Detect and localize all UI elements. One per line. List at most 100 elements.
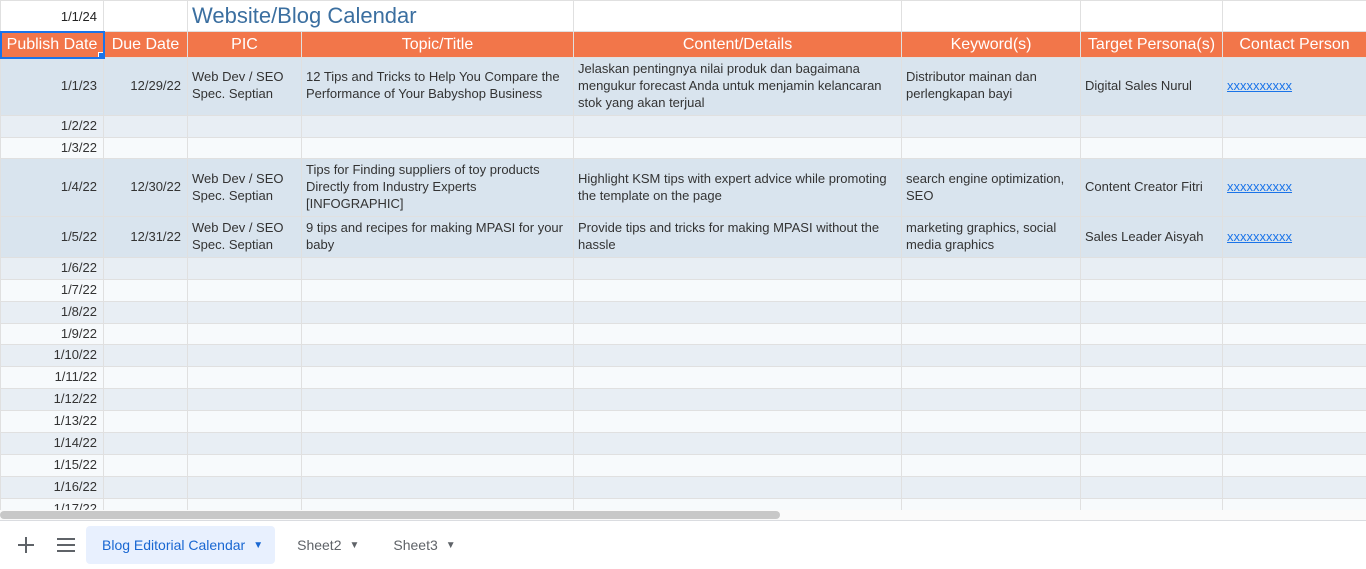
cell-topic[interactable]: 12 Tips and Tricks to Help You Compare t… xyxy=(302,58,574,116)
cell-content[interactable]: Provide tips and tricks for making MPASI… xyxy=(574,217,902,258)
cell-persona[interactable] xyxy=(1081,137,1223,159)
cell-keywords[interactable]: search engine optimization, SEO xyxy=(902,159,1081,217)
cell-content[interactable] xyxy=(574,279,902,301)
header-content[interactable]: Content/Details xyxy=(574,32,902,58)
cell-due-date[interactable]: 12/29/22 xyxy=(104,58,188,116)
header-publish-date[interactable]: Publish Date xyxy=(1,32,104,58)
cell-content[interactable]: Highlight KSM tips with expert advice wh… xyxy=(574,159,902,217)
cell-publish-date[interactable]: 1/15/22 xyxy=(1,454,104,476)
cell-topic[interactable] xyxy=(302,454,574,476)
contact-link[interactable]: xxxxxxxxxx xyxy=(1227,179,1292,194)
cell-content[interactable] xyxy=(574,257,902,279)
cell-content[interactable] xyxy=(574,454,902,476)
all-sheets-button[interactable] xyxy=(46,525,86,565)
cell-contact[interactable] xyxy=(1223,454,1366,476)
cell-contact[interactable]: xxxxxxxxxx xyxy=(1223,58,1366,116)
cell-due-date[interactable] xyxy=(104,115,188,137)
cell-pic[interactable] xyxy=(188,115,302,137)
cell-persona[interactable] xyxy=(1081,476,1223,498)
cell-persona[interactable]: Content Creator Fitri xyxy=(1081,159,1223,217)
cell-contact[interactable] xyxy=(1223,257,1366,279)
cell-keywords[interactable]: Distributor mainan dan perlengkapan bayi xyxy=(902,58,1081,116)
scroll-thumb[interactable] xyxy=(0,511,780,519)
cell-content[interactable] xyxy=(574,137,902,159)
cell-keywords[interactable] xyxy=(902,115,1081,137)
cell-topic[interactable] xyxy=(302,389,574,411)
cell-pic[interactable] xyxy=(188,279,302,301)
cell-topic[interactable] xyxy=(302,137,574,159)
cell-contact[interactable] xyxy=(1223,367,1366,389)
cell-publish-date[interactable]: 1/13/22 xyxy=(1,411,104,433)
cell-content[interactable] xyxy=(574,476,902,498)
cell-due-date[interactable]: 12/30/22 xyxy=(104,159,188,217)
cell-due-date[interactable] xyxy=(104,279,188,301)
cell-persona[interactable] xyxy=(1081,115,1223,137)
cell-topic[interactable] xyxy=(302,323,574,345)
cell-topic[interactable] xyxy=(302,476,574,498)
cell-pic[interactable]: Web Dev / SEO Spec. Septian xyxy=(188,159,302,217)
cell-topic[interactable] xyxy=(302,345,574,367)
cell-due-date[interactable] xyxy=(104,301,188,323)
cell-persona[interactable] xyxy=(1081,301,1223,323)
cell-keywords[interactable] xyxy=(902,137,1081,159)
cell-due-date[interactable] xyxy=(104,345,188,367)
cell-topic[interactable] xyxy=(302,433,574,455)
cell-publish-date[interactable]: 1/16/22 xyxy=(1,476,104,498)
cell-due-date[interactable] xyxy=(104,137,188,159)
tab-sheet3[interactable]: Sheet3 ▼ xyxy=(377,526,467,564)
cell-persona[interactable]: Digital Sales Nurul xyxy=(1081,58,1223,116)
cell-keywords[interactable] xyxy=(902,454,1081,476)
cell-keywords[interactable] xyxy=(902,433,1081,455)
cell-persona[interactable] xyxy=(1081,389,1223,411)
cell-pic[interactable] xyxy=(188,257,302,279)
cell-keywords[interactable] xyxy=(902,279,1081,301)
cell-due-date[interactable]: 12/31/22 xyxy=(104,217,188,258)
cell-persona[interactable] xyxy=(1081,323,1223,345)
add-sheet-button[interactable] xyxy=(6,525,46,565)
cell-due-date[interactable] xyxy=(104,476,188,498)
cell-topic[interactable] xyxy=(302,367,574,389)
cell-topic[interactable] xyxy=(302,301,574,323)
cell-keywords[interactable] xyxy=(902,411,1081,433)
cell-contact[interactable] xyxy=(1223,389,1366,411)
cell-publish-date[interactable]: 1/1/23 xyxy=(1,58,104,116)
cell-topic[interactable]: Tips for Finding suppliers of toy produc… xyxy=(302,159,574,217)
cell-publish-date[interactable]: 1/11/22 xyxy=(1,367,104,389)
cell-contact[interactable] xyxy=(1223,279,1366,301)
cell-keywords[interactable] xyxy=(902,389,1081,411)
cell-due-date[interactable] xyxy=(104,454,188,476)
cell-publish-date[interactable]: 1/6/22 xyxy=(1,257,104,279)
header-persona[interactable]: Target Persona(s) xyxy=(1081,32,1223,58)
cell-due-date[interactable] xyxy=(104,257,188,279)
header-keywords[interactable]: Keyword(s) xyxy=(902,32,1081,58)
cell-pic[interactable] xyxy=(188,454,302,476)
cell-contact[interactable] xyxy=(1223,476,1366,498)
cell-content[interactable] xyxy=(574,301,902,323)
cell-publish-date[interactable]: 1/5/22 xyxy=(1,217,104,258)
cell-contact[interactable]: xxxxxxxxxx xyxy=(1223,217,1366,258)
cell-contact[interactable] xyxy=(1223,411,1366,433)
cell-pic[interactable] xyxy=(188,476,302,498)
cell-due-date[interactable] xyxy=(104,433,188,455)
cell-contact[interactable] xyxy=(1223,345,1366,367)
cell-publish-date[interactable]: 1/10/22 xyxy=(1,345,104,367)
cell-topic[interactable]: 9 tips and recipes for making MPASI for … xyxy=(302,217,574,258)
tab-sheet2[interactable]: Sheet2 ▼ xyxy=(281,526,371,564)
cell-topic[interactable] xyxy=(302,411,574,433)
cell-persona[interactable] xyxy=(1081,345,1223,367)
cell-content[interactable] xyxy=(574,389,902,411)
cell-content[interactable] xyxy=(574,433,902,455)
cell-pic[interactable]: Web Dev / SEO Spec. Septian xyxy=(188,58,302,116)
cell-persona[interactable] xyxy=(1081,279,1223,301)
cell-publish-date[interactable]: 1/8/22 xyxy=(1,301,104,323)
cell-contact[interactable] xyxy=(1223,115,1366,137)
cell-persona[interactable]: Sales Leader Aisyah xyxy=(1081,217,1223,258)
cell-content[interactable] xyxy=(574,345,902,367)
cell-due-date[interactable] xyxy=(104,411,188,433)
cell-publish-date[interactable]: 1/2/22 xyxy=(1,115,104,137)
cell-keywords[interactable] xyxy=(902,367,1081,389)
contact-link[interactable]: xxxxxxxxxx xyxy=(1227,78,1292,93)
cell-content[interactable] xyxy=(574,323,902,345)
cell-keywords[interactable] xyxy=(902,301,1081,323)
cell-due-date[interactable] xyxy=(104,389,188,411)
